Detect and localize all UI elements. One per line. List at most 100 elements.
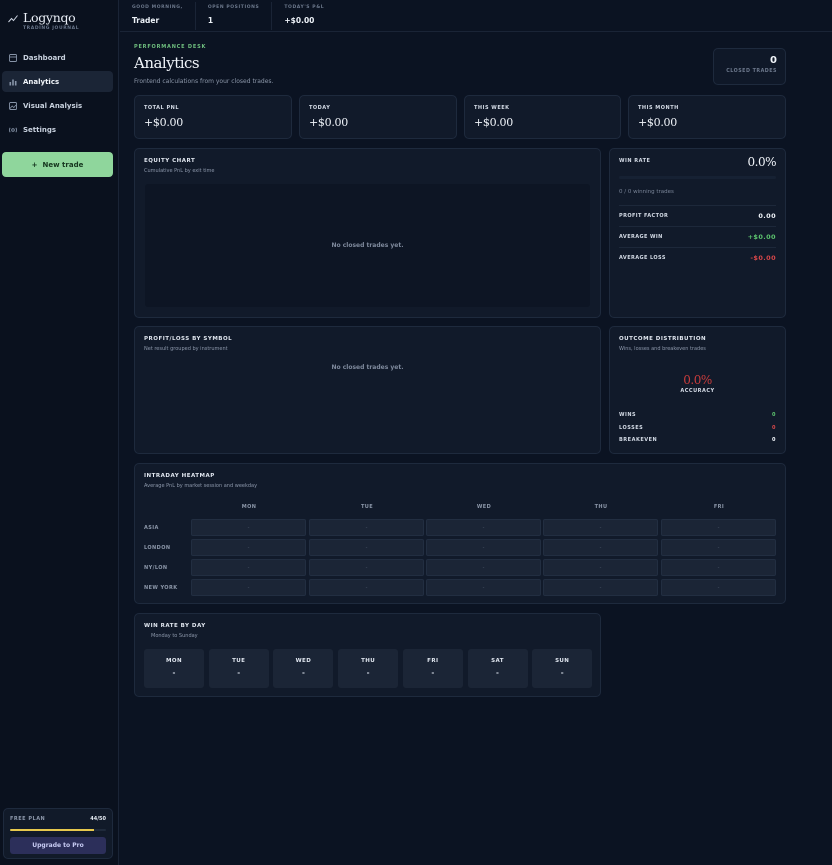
day-name: SUN: [555, 658, 570, 664]
day-box: MON -: [144, 649, 204, 688]
stat-label: THIS MONTH: [638, 105, 679, 111]
win-rate-note: 0 / 0 winning trades: [619, 189, 674, 195]
day-box: WED -: [273, 649, 334, 688]
heatmap-cell[interactable]: -: [309, 539, 424, 556]
metric-label: PROFIT FACTOR: [619, 212, 669, 219]
outcome-value: 0: [772, 425, 776, 431]
open-positions-cell: OPEN POSITIONS 1: [196, 2, 273, 30]
open-positions-label: OPEN POSITIONS: [207, 5, 260, 10]
closed-trades-label: CLOSED TRADES: [726, 69, 777, 74]
heatmap-cell[interactable]: -: [191, 579, 306, 596]
empty-state: No closed trades yet.: [331, 364, 404, 371]
todays-pnl-cell: TODAY'S P&L +$0.00: [272, 2, 336, 30]
heatmap-cell[interactable]: -: [309, 559, 424, 576]
card-title: PROFIT/LOSS BY SYMBOL: [144, 336, 233, 342]
day-box: TUE -: [208, 649, 269, 688]
heatmap-cell[interactable]: -: [661, 559, 776, 576]
outcome-row-breakeven: BREAKEVEN 0: [619, 437, 776, 443]
image-icon: [9, 101, 17, 110]
day-name: FRI: [427, 658, 439, 664]
plan-card: FREE PLAN 44/50 Upgrade to Pro: [3, 808, 113, 859]
heatmap-column-header: WED: [476, 504, 492, 510]
heatmap-cell[interactable]: -: [426, 559, 541, 576]
page-eyebrow: PERFORMANCE DESK: [134, 44, 207, 50]
open-positions-value: 1: [207, 16, 214, 25]
logo[interactable]: Logynqo TRADING JOURNAL: [8, 11, 79, 31]
card-title: INTRADAY HEATMAP: [144, 473, 215, 479]
heatmap-row-label: ASIA: [144, 525, 159, 531]
accuracy-value: 0.0%: [683, 373, 712, 387]
day-win-rate: -: [560, 669, 564, 677]
win-rate-label: WIN RATE: [619, 158, 651, 164]
outcome-label: BREAKEVEN: [619, 437, 658, 443]
heatmap-cell[interactable]: -: [426, 539, 541, 556]
plan-usage-bar: [10, 829, 106, 831]
outcome-row-losses: LOSSES 0: [619, 425, 776, 431]
sidebar-item-analytics[interactable]: Analytics: [2, 71, 113, 92]
metric-row-profit-factor: PROFIT FACTOR 0.00: [619, 205, 776, 225]
metric-label: AVERAGE LOSS: [619, 254, 666, 261]
closed-trades-badge: 0 CLOSED TRADES: [713, 48, 786, 85]
app-name: Logynqo: [23, 10, 76, 25]
card-title: EQUITY CHART: [144, 158, 196, 164]
gear-icon: [9, 126, 17, 134]
topbar: GOOD MORNING, Trader OPEN POSITIONS 1 TO…: [120, 0, 832, 32]
heatmap-cell[interactable]: -: [661, 579, 776, 596]
page-title: Analytics: [134, 54, 200, 72]
heatmap-cell[interactable]: -: [543, 539, 658, 556]
metric-row-average-loss: AVERAGE LOSS -$0.00: [619, 247, 776, 267]
metric-value: +$0.00: [747, 232, 776, 241]
stat-value: +$0.00: [144, 116, 183, 129]
heatmap-cell[interactable]: -: [191, 559, 306, 576]
day-win-rate: -: [237, 669, 241, 677]
card-title: OUTCOME DISTRIBUTION: [619, 336, 707, 342]
heatmap-cell[interactable]: -: [543, 559, 658, 576]
heatmap-cell[interactable]: -: [543, 579, 658, 596]
trend-line-icon: [8, 15, 18, 23]
sidebar-item-label: Visual Analysis: [23, 101, 83, 110]
day-win-rate: -: [301, 669, 305, 677]
plus-icon: +: [31, 160, 38, 169]
sidebar: Logynqo TRADING JOURNAL Dashboard Analyt…: [0, 0, 119, 865]
equity-chart-area: No closed trades yet.: [145, 184, 590, 307]
heatmap-cell[interactable]: -: [191, 539, 306, 556]
closed-trades-value: 0: [770, 55, 777, 66]
sidebar-item-label: Analytics: [23, 77, 60, 86]
stat-value: +$0.00: [309, 116, 348, 129]
heatmap-cell[interactable]: -: [191, 519, 306, 536]
outcome-value: 0: [772, 437, 776, 443]
heatmap-cell[interactable]: -: [661, 539, 776, 556]
heatmap-cell[interactable]: -: [309, 519, 424, 536]
heatmap-cell[interactable]: -: [543, 519, 658, 536]
greeting-label: GOOD MORNING,: [132, 5, 183, 10]
upgrade-button[interactable]: Upgrade to Pro: [10, 837, 106, 854]
greeting-cell: GOOD MORNING, Trader: [120, 2, 196, 30]
day-win-rate: -: [431, 669, 435, 677]
heatmap-cell[interactable]: -: [426, 579, 541, 596]
metric-value: 0.00: [758, 211, 776, 220]
accuracy-label: ACCURACY: [680, 388, 715, 394]
card-subtitle: Net result grouped by instrument: [144, 346, 228, 352]
sidebar-item-visual-analysis[interactable]: Visual Analysis: [2, 95, 113, 116]
accuracy-block: 0.0% ACCURACY: [610, 373, 785, 394]
stat-value: +$0.00: [474, 116, 513, 129]
day-box: SAT -: [467, 649, 528, 688]
day-box: SUN -: [532, 649, 593, 688]
sidebar-item-dashboard[interactable]: Dashboard: [2, 47, 113, 68]
heatmap-row-label: LONDON: [144, 545, 171, 551]
new-trade-label: New trade: [42, 160, 84, 169]
stat-card-this-week: THIS WEEK +$0.00: [464, 95, 621, 139]
stat-card-total-pnl: TOTAL PNL +$0.00: [134, 95, 292, 139]
stat-card-today: TODAY +$0.00: [299, 95, 457, 139]
page-subtitle: Frontend calculations from your closed t…: [134, 78, 274, 85]
metric-label: AVERAGE WIN: [619, 233, 663, 240]
sidebar-item-settings[interactable]: Settings: [2, 119, 113, 140]
win-rate-card: WIN RATE 0.0% 0 / 0 winning trades PROFI…: [609, 148, 786, 318]
heatmap-cell[interactable]: -: [661, 519, 776, 536]
heatmap-cell[interactable]: -: [309, 579, 424, 596]
card-subtitle: Cumulative PnL by exit time: [144, 168, 215, 174]
new-trade-button[interactable]: + New trade: [2, 152, 113, 177]
heatmap-cell[interactable]: -: [426, 519, 541, 536]
plan-usage-bar-fill: [10, 829, 95, 831]
sidebar-item-label: Dashboard: [23, 53, 66, 62]
